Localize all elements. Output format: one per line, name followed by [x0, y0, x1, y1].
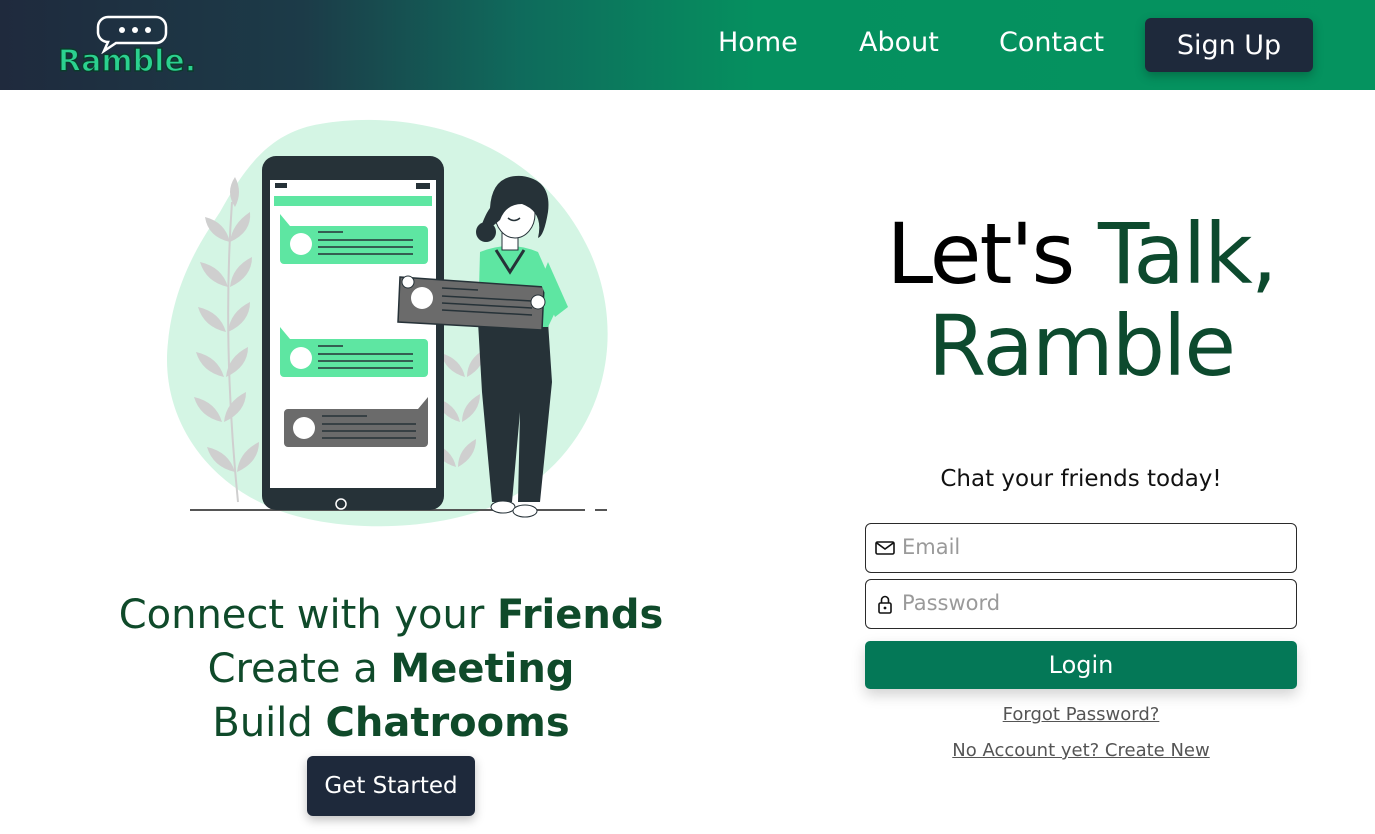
- phone-graphic: [262, 156, 444, 510]
- logo-wordmark: Ramble.: [57, 43, 197, 80]
- chat-illustration: [166, 119, 608, 527]
- lock-icon: [878, 595, 892, 614]
- hero-title: Let's Talk, Ramble: [856, 208, 1306, 392]
- password-input[interactable]: [902, 580, 1292, 626]
- nav-home-link[interactable]: Home: [718, 27, 798, 58]
- hero-title-start: Let's: [886, 205, 1098, 303]
- login-button[interactable]: Login: [865, 641, 1297, 689]
- hero-title-line2: Ramble: [927, 297, 1236, 395]
- tagline-line-2: Create a Meeting: [207, 646, 575, 692]
- top-navbar: Ramble. Home About Contact Sign Up: [0, 0, 1375, 90]
- forgot-password-link[interactable]: Forgot Password?: [913, 703, 1249, 727]
- nav-about-link[interactable]: About: [859, 27, 939, 58]
- tagline-line-1: Connect with your Friends: [118, 592, 664, 638]
- envelope-icon: [875, 541, 895, 555]
- hero-title-accent: Talk,: [1097, 205, 1278, 303]
- hero-subtitle: Chat your friends today!: [940, 466, 1222, 492]
- tagline-line-3: Build Chatrooms: [212, 700, 570, 746]
- ramble-logo[interactable]: Ramble.: [57, 14, 208, 80]
- signup-button[interactable]: Sign Up: [1145, 18, 1313, 72]
- create-account-link[interactable]: No Account yet? Create New: [913, 739, 1249, 763]
- email-field[interactable]: [865, 523, 1297, 573]
- password-field[interactable]: [865, 579, 1297, 629]
- email-input[interactable]: [902, 524, 1292, 570]
- auth-links: Forgot Password? No Account yet? Create …: [913, 703, 1249, 763]
- feature-tagline: Connect with your Friends Create a Meeti…: [0, 588, 782, 750]
- nav-contact-link[interactable]: Contact: [999, 27, 1104, 58]
- get-started-button[interactable]: Get Started: [307, 756, 475, 816]
